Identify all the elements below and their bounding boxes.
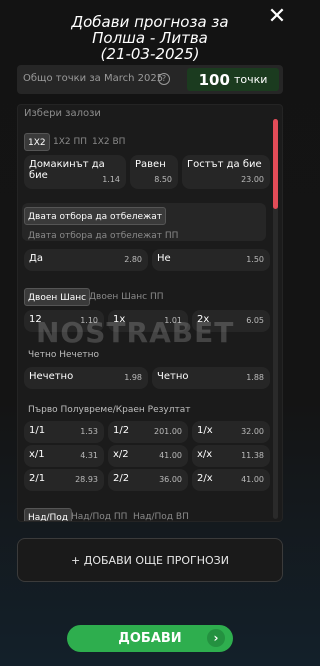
option-odd: 41.00 (241, 475, 264, 484)
tab-over-under-st[interactable]: Над/Под ВП (130, 508, 192, 521)
option-htft-2-x[interactable]: 2/x 41.00 (192, 469, 270, 491)
option-away-win[interactable]: Гостът да бие 23.00 (182, 155, 270, 189)
submit-button[interactable]: ДОБАВИ › (67, 625, 233, 652)
option-label: Равен (135, 159, 166, 170)
option-label: Да (29, 253, 43, 264)
tab-1x2-st[interactable]: 1X2 ВП (89, 133, 128, 151)
option-odd: 41.00 (159, 451, 182, 460)
points-value: 100 (198, 70, 230, 89)
option-odd: 6.05 (246, 316, 264, 325)
option-odd: 32.00 (241, 427, 264, 436)
option-label: Нечетно (29, 371, 74, 382)
option-even[interactable]: Четно 1.88 (152, 367, 270, 389)
bets-panel: Избери залози 1X2 1X2 ПП 1X2 ВП Домакинъ… (17, 104, 283, 522)
points-badge: 100 точки (187, 68, 279, 91)
option-odd: 1.50 (246, 255, 264, 264)
watermark-logo: NOSTRABET (36, 316, 235, 349)
option-label: 2/1 (29, 473, 46, 484)
tab-1x2-ht[interactable]: 1X2 ПП (50, 133, 90, 151)
option-label: Четно (157, 371, 189, 382)
option-odd: 1.14 (102, 175, 120, 184)
option-htft-1-1[interactable]: 1/1 1.53 (24, 421, 104, 443)
option-label: x/1 (29, 449, 45, 460)
option-htft-1-x[interactable]: 1/x 32.00 (192, 421, 270, 443)
option-odd: 36.00 (159, 475, 182, 484)
title-line-1: Добави прогноза за (71, 13, 229, 31)
option-label: 2/2 (113, 473, 130, 484)
option-odd: 1.98 (124, 373, 142, 382)
tab-over-under[interactable]: Над/Под (24, 508, 73, 521)
option-label: 2/x (197, 473, 213, 484)
option-btts-no[interactable]: Не 1.50 (152, 249, 270, 271)
page-title: Добави прогноза за Полша - Литва (21-03-… (0, 14, 300, 62)
option-label: 1/x (197, 425, 213, 436)
option-label: Не (157, 253, 171, 264)
option-label: Гостът да бие (187, 159, 262, 170)
option-label: x/2 (113, 449, 129, 460)
option-label: 1/1 (29, 425, 46, 436)
option-odd: 23.00 (241, 175, 264, 184)
option-odd: 4.31 (80, 451, 98, 460)
option-htft-2-1[interactable]: 2/1 28.93 (24, 469, 104, 491)
panel-heading: Избери залози (24, 108, 101, 119)
option-odd: 1.53 (80, 427, 98, 436)
option-htft-x-x[interactable]: x/x 11.38 (192, 445, 270, 467)
tab-over-under-ht[interactable]: Над/Под ПП (68, 508, 130, 521)
odd-even-title: Четно Нечетно (28, 350, 99, 360)
points-bar: Общо точки за March 2025 ? 100 точки (17, 65, 283, 94)
htft-title: Първо Полувреме/Краен Резултат (28, 405, 191, 415)
option-label: x/x (197, 449, 213, 460)
scrollbar-thumb[interactable] (273, 119, 278, 209)
option-odd: 8.50 (154, 175, 172, 184)
option-htft-x-2[interactable]: x/2 41.00 (108, 445, 188, 467)
option-btts-yes[interactable]: Да 2.80 (24, 249, 148, 271)
option-odd[interactable]: Нечетно 1.98 (24, 367, 148, 389)
option-odd: 28.93 (75, 475, 98, 484)
title-line-3: (21-03-2025) (100, 45, 200, 63)
option-label: 1/2 (113, 425, 130, 436)
option-odd: 201.00 (154, 427, 182, 436)
option-draw[interactable]: Равен 8.50 (130, 155, 178, 189)
option-odd: 11.38 (241, 451, 264, 460)
submit-label: ДОБАВИ (118, 631, 182, 646)
option-htft-2-2[interactable]: 2/2 36.00 (108, 469, 188, 491)
help-icon[interactable]: ? (158, 73, 170, 85)
chevron-right-icon: › (207, 629, 225, 647)
title-line-2: Полша - Литва (92, 29, 208, 47)
option-home-win[interactable]: Домакинът да бие 1.14 (24, 155, 126, 189)
option-odd: 2.80 (124, 255, 142, 264)
option-odd: 1.88 (246, 373, 264, 382)
tab-btts[interactable]: Двата отбора да отбележат (24, 207, 166, 225)
tab-double-chance-ht[interactable]: Двоен Шанс ПП (86, 288, 167, 306)
points-unit: точки (233, 73, 268, 86)
tab-1x2[interactable]: 1X2 (24, 133, 50, 151)
tab-btts-ht[interactable]: Двата отбора да отбележат ПП (28, 231, 178, 241)
option-htft-x-1[interactable]: x/1 4.31 (24, 445, 104, 467)
add-more-predictions-button[interactable]: + ДОБАВИ ОЩЕ ПРОГНОЗИ (17, 538, 283, 582)
option-htft-1-2[interactable]: 1/2 201.00 (108, 421, 188, 443)
tab-double-chance[interactable]: Двоен Шанс (24, 288, 91, 306)
points-label: Общо точки за March 2025 (23, 73, 164, 84)
